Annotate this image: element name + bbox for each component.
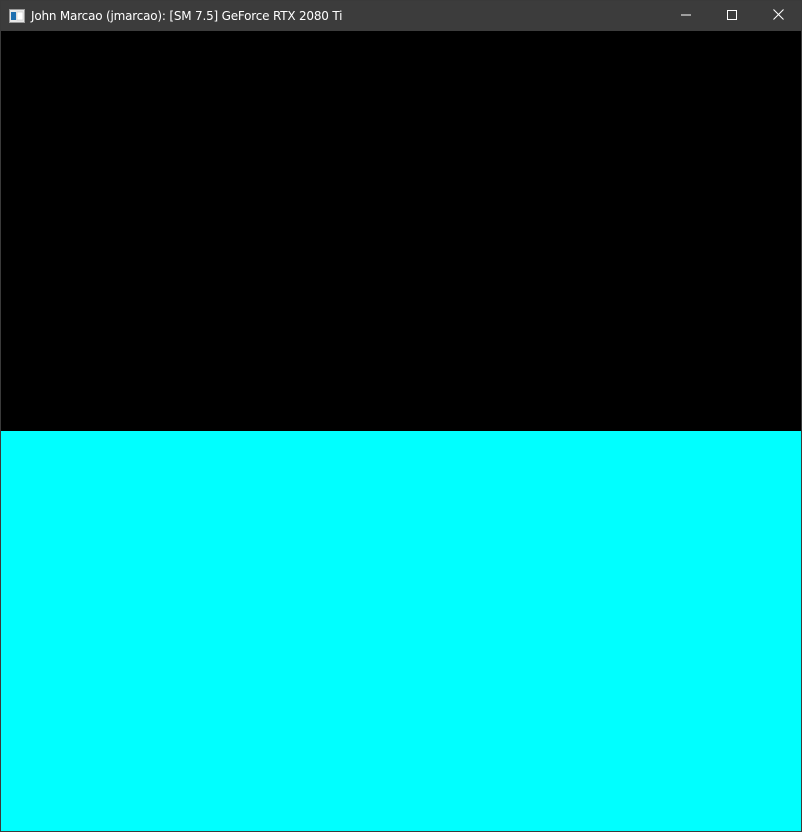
canvas-region-bottom [1, 431, 801, 831]
app-window: John Marcao (jmarcao): [SM 7.5] GeForce … [0, 0, 802, 832]
application-window-icon[interactable] [9, 8, 25, 24]
minimize-button[interactable] [663, 1, 709, 31]
render-canvas[interactable] [1, 31, 801, 831]
window-controls [663, 1, 801, 31]
close-button[interactable] [755, 1, 801, 31]
window-title: John Marcao (jmarcao): [SM 7.5] GeForce … [31, 9, 343, 23]
title-bar[interactable]: John Marcao (jmarcao): [SM 7.5] GeForce … [1, 1, 801, 31]
close-icon [772, 9, 784, 23]
canvas-region-top [1, 31, 801, 431]
minimize-icon [681, 9, 691, 23]
maximize-button[interactable] [709, 1, 755, 31]
maximize-icon [727, 9, 737, 23]
